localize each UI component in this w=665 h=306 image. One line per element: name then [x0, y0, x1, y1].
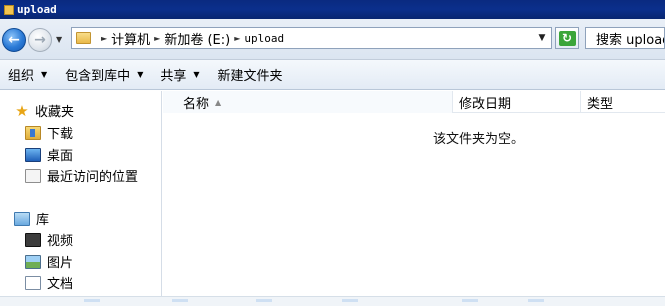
recent-places-icon: [25, 168, 41, 183]
forward-button[interactable]: →: [28, 28, 52, 52]
column-header-label: 名称: [183, 96, 210, 112]
breadcrumb-computer[interactable]: 计算机: [111, 29, 150, 48]
sidebar-item-libraries[interactable]: 库: [14, 209, 49, 228]
column-header-label: 修改日期: [459, 96, 512, 112]
address-bar[interactable]: ► 计算机 ► 新加卷 (E:) ► upload: [71, 27, 552, 49]
title-bar: upload: [0, 0, 665, 19]
search-placeholder: 搜索 upload: [596, 32, 665, 48]
back-arrow-icon: ←: [8, 32, 20, 48]
sidebar-label: 文档: [47, 277, 74, 292]
folder-icon: [76, 32, 91, 44]
include-in-library-label: 包含到库中: [65, 69, 131, 84]
sidebar-item-recent-places[interactable]: 最近访问的位置: [25, 166, 138, 185]
file-list[interactable]: 名称 ▲ 修改日期 类型 该文件夹为空。: [163, 91, 665, 296]
share-button[interactable]: 共享 ▼: [160, 65, 199, 84]
window-title: upload: [17, 3, 57, 16]
documents-library-icon: [25, 275, 41, 290]
empty-folder-message: 该文件夹为空。: [433, 132, 525, 147]
chevron-down-icon: ▼: [137, 70, 144, 79]
status-segment: [462, 299, 478, 302]
column-header-row: 名称 ▲ 修改日期 类型: [163, 91, 665, 113]
status-segment: [172, 299, 188, 302]
column-header-label: 类型: [587, 96, 614, 112]
new-folder-label: 新建文件夹: [217, 69, 283, 84]
include-in-library-button[interactable]: 包含到库中 ▼: [65, 65, 143, 84]
star-icon: ★: [15, 101, 29, 120]
breadcrumb-volume-e[interactable]: 新加卷 (E:): [164, 29, 230, 48]
column-header-name[interactable]: 名称 ▲: [163, 91, 453, 113]
organize-button[interactable]: 组织 ▼: [8, 65, 47, 84]
back-button[interactable]: ←: [2, 28, 26, 52]
chevron-down-icon: ▼: [41, 70, 48, 79]
forward-arrow-icon: →: [34, 32, 46, 48]
sidebar-item-documents[interactable]: 文档: [25, 273, 73, 292]
video-library-icon: [25, 232, 41, 247]
status-segment: [256, 299, 272, 302]
sidebar-item-downloads[interactable]: 下载: [25, 123, 73, 142]
chevron-right-icon[interactable]: ►: [101, 34, 107, 43]
status-segment: [342, 299, 358, 302]
desktop-icon: [25, 147, 41, 162]
organize-label: 组织: [8, 69, 35, 84]
refresh-icon: ↻: [558, 30, 576, 46]
sort-ascending-icon: ▲: [215, 97, 222, 107]
navigation-pane: ★ 收藏夹 下载 桌面 最近访问的位置 库 视频 图片 文档: [0, 91, 162, 296]
sidebar-label: 收藏夹: [35, 105, 75, 120]
command-bar: 组织 ▼ 包含到库中 ▼ 共享 ▼ 新建文件夹: [0, 60, 665, 90]
sidebar-label: 最近访问的位置: [47, 170, 139, 185]
status-segment: [528, 299, 544, 302]
folder-icon: [4, 4, 14, 15]
history-dropdown-icon[interactable]: ▼: [56, 35, 62, 44]
breadcrumb-upload[interactable]: upload: [244, 32, 284, 45]
refresh-button[interactable]: ↻: [555, 27, 579, 49]
sidebar-label: 库: [36, 213, 50, 228]
column-header-type[interactable]: 类型: [581, 91, 665, 113]
search-input[interactable]: 搜索 upload: [585, 27, 665, 49]
pictures-library-icon: [25, 254, 41, 269]
sidebar-label: 下载: [47, 127, 74, 142]
status-segment: [84, 299, 100, 302]
chevron-right-icon[interactable]: ►: [234, 34, 240, 43]
chevron-right-icon[interactable]: ►: [154, 34, 160, 43]
sidebar-item-videos[interactable]: 视频: [25, 230, 73, 249]
sidebar-item-desktop[interactable]: 桌面: [25, 145, 73, 164]
sidebar-label: 图片: [47, 256, 74, 271]
column-header-date-modified[interactable]: 修改日期: [453, 91, 581, 113]
status-bar: [0, 296, 665, 306]
new-folder-button[interactable]: 新建文件夹: [218, 65, 283, 84]
chevron-down-icon: ▼: [193, 70, 200, 79]
sidebar-item-pictures[interactable]: 图片: [25, 252, 73, 271]
address-dropdown-icon[interactable]: ▼: [532, 27, 552, 49]
share-label: 共享: [160, 69, 187, 84]
downloads-folder-icon: [25, 125, 41, 140]
library-icon: [14, 211, 30, 226]
sidebar-label: 桌面: [47, 149, 74, 164]
sidebar-label: 视频: [47, 234, 74, 249]
sidebar-item-favorites[interactable]: ★ 收藏夹: [14, 101, 75, 121]
